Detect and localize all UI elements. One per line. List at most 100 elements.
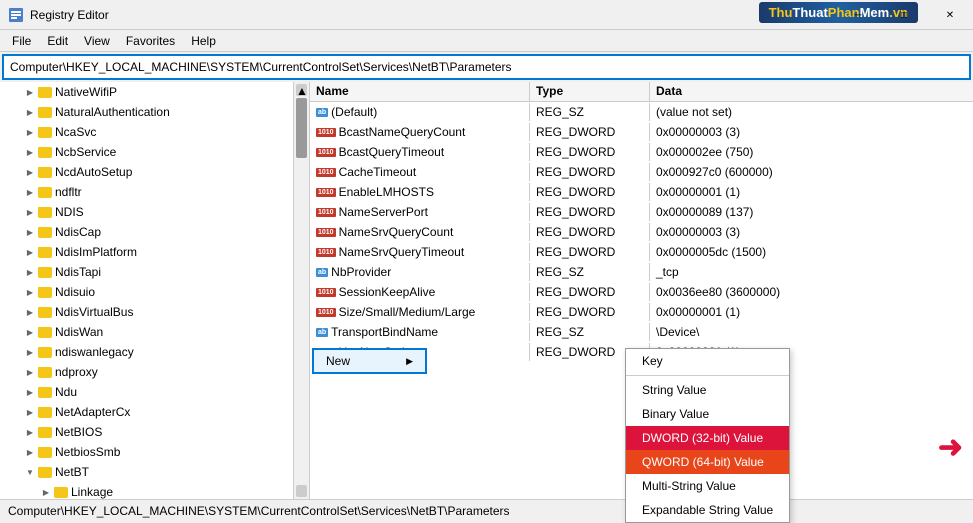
new-menu-item[interactable]: New ▶ xyxy=(312,348,427,374)
submenu-multistring-value[interactable]: Multi-String Value xyxy=(626,474,789,498)
scroll-thumb[interactable] xyxy=(296,98,307,158)
folder-icon xyxy=(38,87,52,98)
table-row[interactable]: ab NbProvider REG_SZ _tcp xyxy=(310,262,973,282)
expand-icon: ▶ xyxy=(24,286,36,298)
minimize-button[interactable]: ─ xyxy=(835,0,881,30)
tree-item-ncasvc[interactable]: ▶ NcaSvc xyxy=(0,122,293,142)
table-row[interactable]: 1010 BcastQueryTimeout REG_DWORD 0x00000… xyxy=(310,142,973,162)
table-row[interactable]: 1010 NameSrvQueryTimeout REG_DWORD 0x000… xyxy=(310,242,973,262)
new-menu-container: New ▶ xyxy=(312,348,427,374)
folder-icon xyxy=(38,147,52,158)
tree-item-netbt[interactable]: ▼ NetBT xyxy=(0,462,293,482)
row-data: 0x00000003 (3) xyxy=(650,223,973,241)
tree-label: NetBIOS xyxy=(55,425,102,439)
title-bar-left: Registry Editor xyxy=(8,7,109,23)
tree-item-nativewifip[interactable]: ▶ NativeWifiP xyxy=(0,82,293,102)
reg-ab-icon: ab xyxy=(316,268,328,277)
new-label: New xyxy=(326,354,350,368)
table-row[interactable]: 1010 EnableLMHOSTS REG_DWORD 0x00000001 … xyxy=(310,182,973,202)
expand-icon: ▶ xyxy=(24,186,36,198)
scroll-down-arrow[interactable] xyxy=(296,485,307,497)
row-data: 0x00000003 (3) xyxy=(650,123,973,141)
tree-item-netbiossmb[interactable]: ▶ NetbiosSmb xyxy=(0,442,293,462)
address-bar[interactable]: Computer\HKEY_LOCAL_MACHINE\SYSTEM\Curre… xyxy=(2,54,971,80)
table-row[interactable]: 1010 BcastNameQueryCount REG_DWORD 0x000… xyxy=(310,122,973,142)
table-row[interactable]: ab (Default) REG_SZ (value not set) xyxy=(310,102,973,122)
row-type: REG_SZ xyxy=(530,323,650,341)
folder-open-icon xyxy=(38,467,52,478)
row-name: ab (Default) xyxy=(310,103,530,121)
tree-item-ndu[interactable]: ▶ Ndu xyxy=(0,382,293,402)
scroll-up-arrow[interactable]: ▲ xyxy=(296,84,307,96)
row-data: _tcp xyxy=(650,263,973,281)
folder-icon xyxy=(38,207,52,218)
submenu-qword-value[interactable]: QWORD (64-bit) Value xyxy=(626,450,789,474)
table-row[interactable]: 1010 SessionKeepAlive REG_DWORD 0x0036ee… xyxy=(310,282,973,302)
tree-item-ndiswanlegacy[interactable]: ▶ ndiswanlegacy xyxy=(0,342,293,362)
table-row[interactable]: ab TransportBindName REG_SZ \Device\ xyxy=(310,322,973,342)
tree-item-ncdautosetup[interactable]: ▶ NcdAutoSetup xyxy=(0,162,293,182)
menu-edit[interactable]: Edit xyxy=(39,32,76,50)
expand-icon: ▶ xyxy=(24,346,36,358)
tree-item-naturalauthentication[interactable]: ▶ NaturalAuthentication xyxy=(0,102,293,122)
submenu-expandable-value[interactable]: Expandable String Value xyxy=(626,498,789,522)
tree-item-ndistapi[interactable]: ▶ NdisTapi xyxy=(0,262,293,282)
tree-scrollbar[interactable]: ▲ xyxy=(293,82,309,499)
submenu-string-value[interactable]: String Value xyxy=(626,378,789,402)
expand-icon: ▶ xyxy=(24,166,36,178)
tree-label: NcbService xyxy=(55,145,116,159)
row-name: 1010 Size/Small/Medium/Large xyxy=(310,303,530,321)
tree-item-ndiswan[interactable]: ▶ NdisWan xyxy=(0,322,293,342)
table-row[interactable]: 1010 Size/Small/Medium/Large REG_DWORD 0… xyxy=(310,302,973,322)
table-row[interactable]: 1010 CacheTimeout REG_DWORD 0x000927c0 (… xyxy=(310,162,973,182)
menu-help[interactable]: Help xyxy=(183,32,224,50)
tree-item-ndisvirtualbus[interactable]: ▶ NdisVirtualBus xyxy=(0,302,293,322)
row-name: 1010 EnableLMHOSTS xyxy=(310,183,530,201)
folder-icon xyxy=(54,487,68,498)
tree-item-ncbservice[interactable]: ▶ NcbService xyxy=(0,142,293,162)
status-text: Computer\HKEY_LOCAL_MACHINE\SYSTEM\Curre… xyxy=(8,504,510,518)
menu-bar: File Edit View Favorites Help xyxy=(0,30,973,52)
tree-item-ndis[interactable]: ▶ NDIS xyxy=(0,202,293,222)
tree-item-ndfltr[interactable]: ▶ ndfltr xyxy=(0,182,293,202)
tree-item-ndproxy[interactable]: ▶ ndproxy xyxy=(0,362,293,382)
row-type: REG_DWORD xyxy=(530,303,650,321)
row-type: REG_DWORD xyxy=(530,223,650,241)
tree-item-netadaptercx[interactable]: ▶ NetAdapterCx xyxy=(0,402,293,422)
tree-item-linkage[interactable]: ▶ Linkage xyxy=(0,482,293,499)
tree-item-ndiscap[interactable]: ▶ NdisCap xyxy=(0,222,293,242)
reg-dword-icon: 1010 xyxy=(316,168,336,177)
tree-label: NdisVirtualBus xyxy=(55,305,133,319)
title-text: Registry Editor xyxy=(30,8,109,22)
row-type: REG_DWORD xyxy=(530,163,650,181)
folder-icon xyxy=(38,387,52,398)
row-type: REG_DWORD xyxy=(530,183,650,201)
tree-item-ndisimplatform[interactable]: ▶ NdisImPlatform xyxy=(0,242,293,262)
row-type: REG_SZ xyxy=(530,263,650,281)
tree-label: NativeWifiP xyxy=(55,85,117,99)
expand-icon: ▶ xyxy=(24,86,36,98)
table-row[interactable]: 1010 NameSrvQueryCount REG_DWORD 0x00000… xyxy=(310,222,973,242)
menu-file[interactable]: File xyxy=(4,32,39,50)
tree-label: NaturalAuthentication xyxy=(55,105,170,119)
maximize-button[interactable]: □ xyxy=(881,0,927,30)
menu-view[interactable]: View xyxy=(76,32,118,50)
tree-label: NcaSvc xyxy=(55,125,96,139)
row-type: REG_DWORD xyxy=(530,143,650,161)
submenu-key[interactable]: Key xyxy=(626,349,789,373)
expand-icon: ▶ xyxy=(24,226,36,238)
table-row[interactable]: 1010 NameServerPort REG_DWORD 0x00000089… xyxy=(310,202,973,222)
submenu-binary-value[interactable]: Binary Value xyxy=(626,402,789,426)
expand-icon: ▶ xyxy=(24,366,36,378)
folder-icon xyxy=(38,287,52,298)
row-data: 0x0000005dc (1500) xyxy=(650,243,973,261)
menu-favorites[interactable]: Favorites xyxy=(118,32,183,50)
close-button[interactable]: ✕ xyxy=(927,0,973,30)
tree-item-ndisuio[interactable]: ▶ Ndisuio xyxy=(0,282,293,302)
tree-item-netbios[interactable]: ▶ NetBIOS xyxy=(0,422,293,442)
row-data: 0x00000001 (1) xyxy=(650,183,973,201)
expand-icon: ▶ xyxy=(24,206,36,218)
folder-icon xyxy=(38,107,52,118)
submenu-dword-value[interactable]: DWORD (32-bit) Value xyxy=(626,426,789,450)
tree-label: NdisWan xyxy=(55,325,103,339)
